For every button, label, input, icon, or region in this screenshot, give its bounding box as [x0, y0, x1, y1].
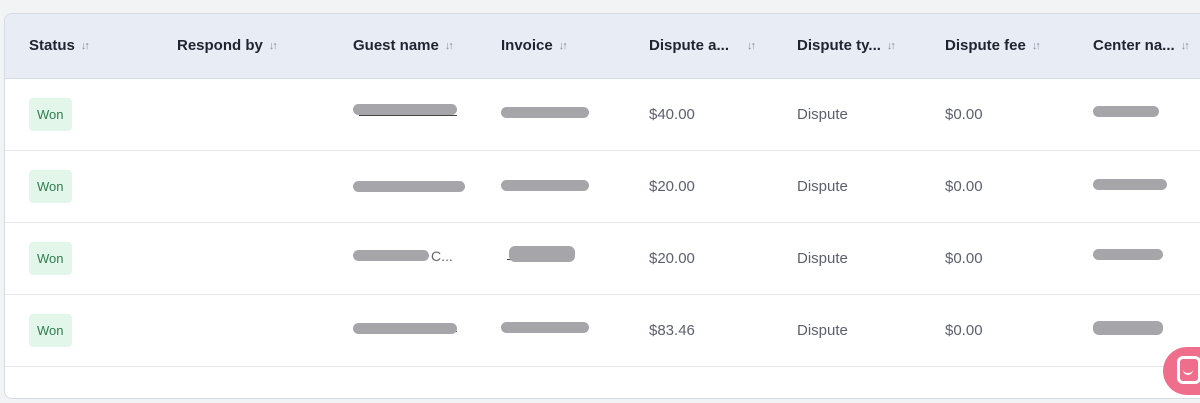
guest-name-link-redacted[interactable] [353, 102, 463, 122]
sort-arrows-icon[interactable]: ↓↑ [1032, 40, 1041, 52]
status-badge: Won [29, 241, 72, 275]
status-badge: Won [29, 169, 72, 203]
dispute-amount-cell: $20.00 [649, 177, 695, 195]
status-cell: Won [5, 294, 153, 366]
guest-name-link-redacted[interactable] [353, 174, 471, 194]
dispute-type-cell: Dispute [797, 177, 848, 195]
guest-name-link-redacted[interactable] [353, 318, 463, 338]
status-cell: Won [5, 78, 153, 150]
invoice-link-redacted[interactable] [501, 246, 579, 266]
table-row[interactable]: Won $20.00 Dispute $0.00 [5, 150, 1200, 222]
table-row[interactable]: Won C... $20.00 Dispute $0.00 [5, 222, 1200, 294]
sort-arrows-icon[interactable]: ↓↑ [81, 40, 90, 52]
dispute-amount-cell: $83.46 [649, 321, 695, 339]
invoice-cell [477, 222, 625, 294]
invoice-link-redacted[interactable] [501, 174, 593, 194]
sort-arrows-icon[interactable]: ↓↑ [559, 40, 568, 52]
col-header-guest-name[interactable]: Guest name ↓↑ [329, 14, 477, 79]
center-name-redacted [1093, 246, 1167, 266]
col-header-invoice[interactable]: Invoice ↓↑ [477, 14, 625, 79]
guest-name-cell [329, 294, 477, 366]
col-header-dispute-amount[interactable]: Dispute a... ↓↑ [625, 14, 773, 79]
respond-by-cell [153, 150, 329, 222]
center-name-cell [1069, 78, 1200, 150]
status-badge: Won [29, 97, 72, 131]
sort-arrows-icon[interactable]: ↓↑ [445, 40, 454, 52]
sort-arrows-icon[interactable]: ↓↑ [887, 40, 896, 52]
chat-launcher-icon [1177, 356, 1200, 384]
center-name-redacted [1093, 318, 1167, 338]
disputes-table: Status ↓↑ Respond by ↓↑ Guest name ↓↑ Invoi… [5, 14, 1200, 367]
table-header-row: Status ↓↑ Respond by ↓↑ Guest name ↓↑ Invoi… [5, 14, 1200, 79]
respond-by-cell [153, 78, 329, 150]
status-cell: Won [5, 150, 153, 222]
invoice-link-redacted[interactable] [501, 318, 593, 338]
dispute-amount-cell: $20.00 [649, 249, 695, 267]
sort-arrows-icon[interactable]: ↓↑ [1181, 40, 1190, 52]
dispute-fee-cell: $0.00 [945, 105, 983, 123]
guest-name-cell [329, 78, 477, 150]
invoice-cell [477, 150, 625, 222]
col-header-dispute-type[interactable]: Dispute ty... ↓↑ [773, 14, 921, 79]
respond-by-cell [153, 294, 329, 366]
col-header-dispute-fee[interactable]: Dispute fee ↓↑ [921, 14, 1069, 79]
table-row[interactable]: Won $40.00 Dispute $0.00 [5, 78, 1200, 150]
dispute-type-cell: Dispute [797, 321, 848, 339]
dispute-fee-cell: $0.00 [945, 177, 983, 195]
col-header-status[interactable]: Status ↓↑ [5, 14, 153, 79]
guest-name-link-redacted[interactable]: C... [353, 246, 455, 266]
invoice-cell [477, 78, 625, 150]
dispute-fee-cell: $0.00 [945, 249, 983, 267]
status-cell: Won [5, 222, 153, 294]
dispute-amount-cell: $40.00 [649, 105, 695, 123]
center-name-redacted [1093, 174, 1171, 194]
respond-by-cell [153, 222, 329, 294]
guest-name-cell: C... [329, 222, 477, 294]
col-header-respond-by[interactable]: Respond by ↓↑ [153, 14, 329, 79]
invoice-cell [477, 294, 625, 366]
dispute-fee-cell: $0.00 [945, 321, 983, 339]
center-name-cell [1069, 222, 1200, 294]
invoice-link-redacted[interactable] [501, 102, 593, 122]
center-name-redacted [1093, 102, 1163, 122]
center-name-cell [1069, 150, 1200, 222]
status-badge: Won [29, 313, 72, 347]
sort-arrows-icon[interactable]: ↓↑ [269, 40, 278, 52]
sort-arrows-icon[interactable]: ↓↑ [747, 40, 756, 52]
disputes-table-card: Status ↓↑ Respond by ↓↑ Guest name ↓↑ Invoi… [4, 13, 1200, 399]
guest-name-cell [329, 150, 477, 222]
table-row[interactable]: Won $83.46 Dispute $0.00 [5, 294, 1200, 366]
dispute-type-cell: Dispute [797, 105, 848, 123]
col-header-center-name[interactable]: Center na... ↓↑ [1069, 14, 1200, 79]
dispute-type-cell: Dispute [797, 249, 848, 267]
